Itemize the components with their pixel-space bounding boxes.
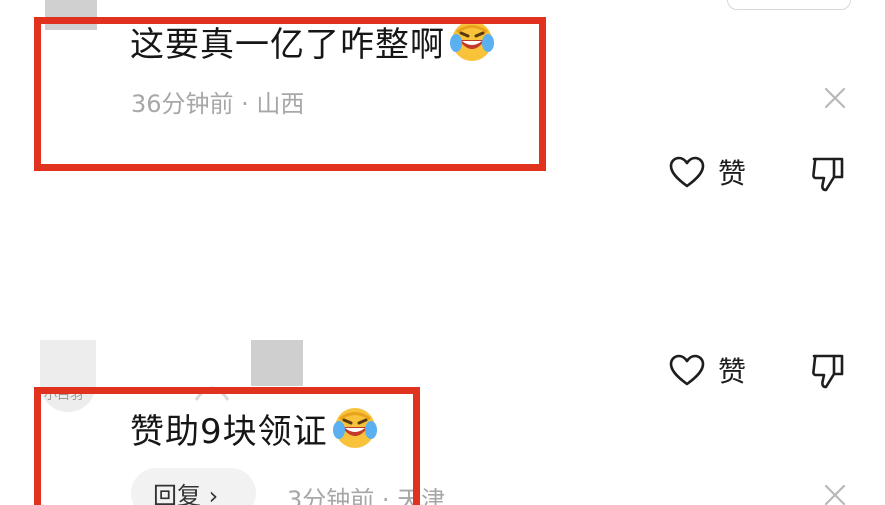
heart-icon	[669, 156, 705, 188]
highlight-box	[34, 17, 546, 171]
like-label: 赞	[718, 355, 747, 388]
image-thumbnail[interactable]	[251, 340, 303, 386]
like-label: 赞	[718, 157, 747, 190]
close-icon[interactable]	[824, 484, 846, 505]
heart-icon	[669, 354, 705, 386]
top-action-button[interactable]	[727, 0, 851, 10]
thumbs-down-icon[interactable]	[810, 352, 846, 390]
thumbs-down-icon[interactable]	[810, 155, 846, 193]
like-button[interactable]: 赞	[668, 152, 746, 192]
highlight-box	[34, 387, 420, 505]
close-icon[interactable]	[824, 87, 846, 109]
comment-feed: 这要真一亿了咋整啊 36分钟前 · 山西 赞 赞 小白羽 赞助9块领证 回复 ›…	[0, 0, 885, 505]
like-button[interactable]: 赞	[668, 350, 746, 390]
